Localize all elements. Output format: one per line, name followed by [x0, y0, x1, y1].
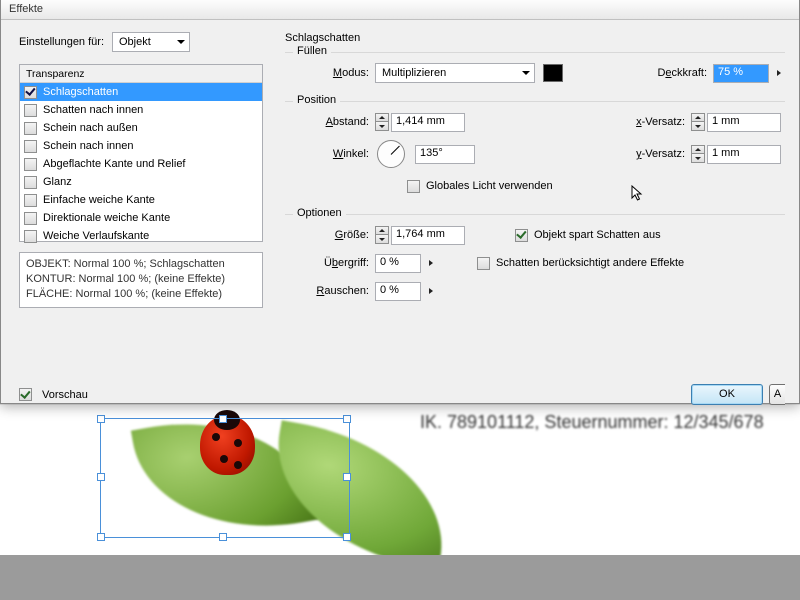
right-panel: Schlagschatten Füllen Modus: Multiplizie… — [275, 20, 799, 380]
effect-label: Direktionale weiche Kante — [43, 212, 170, 224]
knockout-label: Objekt spart Schatten aus — [534, 229, 661, 241]
partial-button[interactable]: A — [769, 384, 785, 405]
effect-checkbox[interactable] — [24, 230, 37, 243]
effect-label: Abgeflachte Kante und Relief — [43, 158, 186, 170]
position-group: Position Abstand: 1,414 mm x-Versatz: 1 … — [285, 101, 785, 210]
settings-for-value: Objekt — [119, 36, 151, 48]
position-legend: Position — [293, 94, 340, 106]
effects-list-item[interactable]: Direktionale weiche Kante — [20, 209, 262, 227]
preview-checkbox[interactable] — [19, 388, 32, 401]
effect-label: Glanz — [43, 176, 72, 188]
flyout-icon[interactable] — [777, 70, 781, 76]
effect-checkbox[interactable] — [24, 212, 37, 225]
left-panel: Einstellungen für: Objekt Transparenz Sc… — [1, 20, 275, 380]
shadow-color-well[interactable] — [543, 64, 563, 82]
flyout-icon[interactable] — [429, 288, 433, 294]
effects-list-item[interactable]: Weiche Verlaufskante — [20, 227, 262, 245]
x-offset-input[interactable]: 1 mm — [707, 113, 781, 132]
distance-spinner[interactable] — [375, 113, 389, 131]
effects-list-tab[interactable]: Transparenz — [20, 65, 262, 83]
summary-line: FLÄCHE: Normal 100 %; (keine Effekte) — [26, 287, 256, 302]
summary-line: KONTUR: Normal 100 %; (keine Effekte) — [26, 272, 256, 287]
preview-label: Vorschau — [42, 389, 88, 401]
mode-dropdown[interactable]: Multiplizieren — [375, 63, 535, 83]
options-legend: Optionen — [293, 207, 346, 219]
y-offset-input[interactable]: 1 mm — [707, 145, 781, 164]
x-offset-label: x-Versatz: — [636, 116, 685, 128]
y-offset-label: y-Versatz: — [636, 148, 685, 160]
effects-list-item[interactable]: Einfache weiche Kante — [20, 191, 262, 209]
effect-checkbox[interactable] — [24, 122, 37, 135]
options-group: Optionen Größe: 1,764 mm Objekt spart Sc… — [285, 214, 785, 315]
chevron-down-icon — [522, 71, 530, 75]
effect-checkbox[interactable] — [24, 194, 37, 207]
knockout-checkbox[interactable] — [515, 229, 528, 242]
dialog-title: Effekte — [1, 0, 799, 20]
flyout-icon[interactable] — [429, 260, 433, 266]
effects-summary: OBJEKT: Normal 100 %; Schlagschatten KON… — [19, 252, 263, 308]
effect-label: Schlagschatten — [43, 86, 118, 98]
spread-input[interactable]: 0 % — [375, 254, 421, 273]
bg-document-text: IK. 789101112, Steuernummer: 12/345/678 — [420, 412, 764, 433]
effect-checkbox[interactable] — [24, 86, 37, 99]
angle-label: Winkel: — [297, 148, 369, 160]
size-input[interactable]: 1,764 mm — [391, 226, 465, 245]
global-light-label: Globales Licht verwenden — [426, 180, 553, 192]
angle-dial[interactable] — [377, 140, 405, 168]
effect-checkbox[interactable] — [24, 140, 37, 153]
distance-label: Abstand: — [297, 116, 369, 128]
effects-dialog: Effekte Einstellungen für: Objekt Transp… — [0, 0, 800, 404]
x-offset-spinner[interactable] — [691, 113, 705, 131]
effects-list-item[interactable]: Schatten nach innen — [20, 101, 262, 119]
effect-checkbox[interactable] — [24, 104, 37, 117]
y-offset-spinner[interactable] — [691, 145, 705, 163]
size-spinner[interactable] — [375, 226, 389, 244]
ok-button[interactable]: OK — [691, 384, 763, 405]
effect-checkbox[interactable] — [24, 158, 37, 171]
fill-legend: Füllen — [293, 45, 331, 57]
effects-list[interactable]: Transparenz Schlagschatten Schatten nach … — [19, 64, 263, 242]
effect-label: Schatten nach innen — [43, 104, 143, 116]
angle-input[interactable]: 135° — [415, 145, 475, 164]
honors-label: Schatten berücksichtigt andere Effekte — [496, 257, 684, 269]
size-label: Größe: — [297, 229, 369, 241]
chevron-down-icon — [177, 40, 185, 44]
effect-label: Schein nach außen — [43, 122, 138, 134]
panel-title: Schlagschatten — [285, 32, 785, 44]
spread-label: Übergriff: — [297, 257, 369, 269]
effects-list-item[interactable]: Schein nach außen — [20, 119, 262, 137]
effect-label: Schein nach innen — [43, 140, 134, 152]
effect-label: Einfache weiche Kante — [43, 194, 155, 206]
effect-checkbox[interactable] — [24, 176, 37, 189]
effects-list-item[interactable]: Glanz — [20, 173, 262, 191]
summary-line: OBJEKT: Normal 100 %; Schlagschatten — [26, 257, 256, 272]
settings-for-label: Einstellungen für: — [19, 36, 104, 48]
effects-list-item[interactable]: Abgeflachte Kante und Relief — [20, 155, 262, 173]
honors-checkbox[interactable] — [477, 257, 490, 270]
opacity-label: Deckkraft: — [657, 67, 707, 79]
fill-group: Füllen Modus: Multiplizieren Deckkraft: … — [285, 52, 785, 97]
global-light-checkbox[interactable] — [407, 180, 420, 193]
mode-value: Multiplizieren — [382, 67, 446, 79]
effects-list-item[interactable]: Schlagschatten — [20, 83, 262, 101]
selection-frame[interactable] — [100, 418, 350, 538]
settings-for-dropdown[interactable]: Objekt — [112, 32, 190, 52]
opacity-input[interactable]: 75 % — [713, 64, 769, 83]
pasteboard — [0, 555, 800, 600]
effect-label: Weiche Verlaufskante — [43, 230, 149, 242]
effects-list-item[interactable]: Schein nach innen — [20, 137, 262, 155]
noise-label: Rauschen: — [297, 285, 369, 297]
noise-input[interactable]: 0 % — [375, 282, 421, 301]
mode-label: Modus: — [297, 67, 369, 79]
distance-input[interactable]: 1,414 mm — [391, 113, 465, 132]
